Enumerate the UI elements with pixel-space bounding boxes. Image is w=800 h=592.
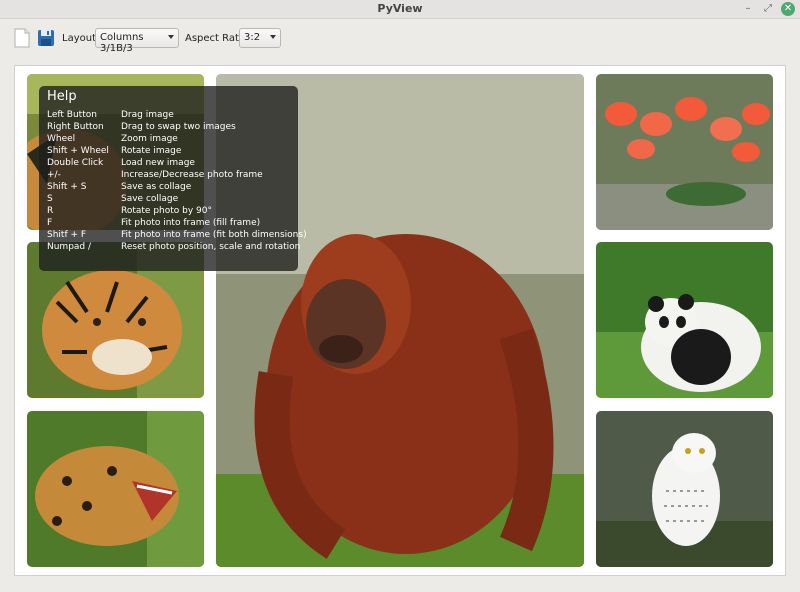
- help-key: Shitf + F: [47, 230, 87, 240]
- help-action: Drag image: [121, 110, 174, 120]
- aspect-ratio-select[interactable]: 3:2: [239, 28, 281, 48]
- help-action: Increase/Decrease photo frame: [121, 170, 263, 180]
- help-action: Drag to swap two images: [121, 122, 236, 132]
- help-key: Left Button: [47, 110, 97, 120]
- help-action: Rotate image: [121, 146, 182, 156]
- layout-label: Layout:: [62, 33, 100, 44]
- help-key: S: [47, 194, 53, 204]
- help-key: Shift + Wheel: [47, 146, 109, 156]
- save-floppy-icon[interactable]: [37, 28, 55, 48]
- photo-snowy-owl[interactable]: [596, 411, 773, 567]
- help-action: Fit photo into frame (fit both dimension…: [121, 230, 307, 240]
- help-key: Numpad /: [47, 242, 92, 252]
- close-icon[interactable]: ✕: [781, 2, 795, 16]
- help-action: Rotate photo by 90°: [121, 206, 212, 216]
- help-key: Wheel: [47, 134, 76, 144]
- layout-select-value: Columns 3/1B/3: [100, 32, 144, 54]
- help-action: Zoom image: [121, 134, 178, 144]
- help-key: Right Button: [47, 122, 104, 132]
- help-overlay: Help Left Button Drag image Right Button D…: [39, 86, 307, 271]
- help-action: Save collage: [121, 194, 179, 204]
- help-action: Load new image: [121, 158, 195, 168]
- help-key: F: [47, 218, 53, 228]
- maximize-icon[interactable]: ⤢: [761, 2, 775, 16]
- chevron-down-icon: [168, 35, 174, 39]
- chevron-down-icon: [270, 35, 276, 39]
- window-title: PyView: [377, 2, 423, 15]
- photo-flamingos[interactable]: [596, 74, 773, 230]
- aspect-ratio-select-value: 3:2: [244, 32, 261, 43]
- new-document-icon[interactable]: [13, 28, 31, 48]
- layout-select[interactable]: Columns 3/1B/3: [95, 28, 179, 54]
- help-action: Reset photo position, scale and rotation: [121, 242, 301, 252]
- help-action: Fit photo into frame (fill frame): [121, 218, 261, 228]
- help-action: Save as collage: [121, 182, 192, 192]
- title-bar: PyView – ⤢ ✕: [0, 0, 800, 19]
- help-key: +/-: [47, 170, 61, 180]
- help-key: Shift + S: [47, 182, 87, 192]
- minimize-icon[interactable]: –: [741, 2, 755, 16]
- help-key: R: [47, 206, 54, 216]
- help-title: Help: [47, 89, 77, 104]
- toolbar: Layout: Columns 3/1B/3 Aspect Ratio: 3:2: [0, 19, 800, 59]
- photo-panda[interactable]: [596, 242, 773, 398]
- photo-jaguar[interactable]: [27, 411, 204, 567]
- help-key: Double Click: [47, 158, 104, 168]
